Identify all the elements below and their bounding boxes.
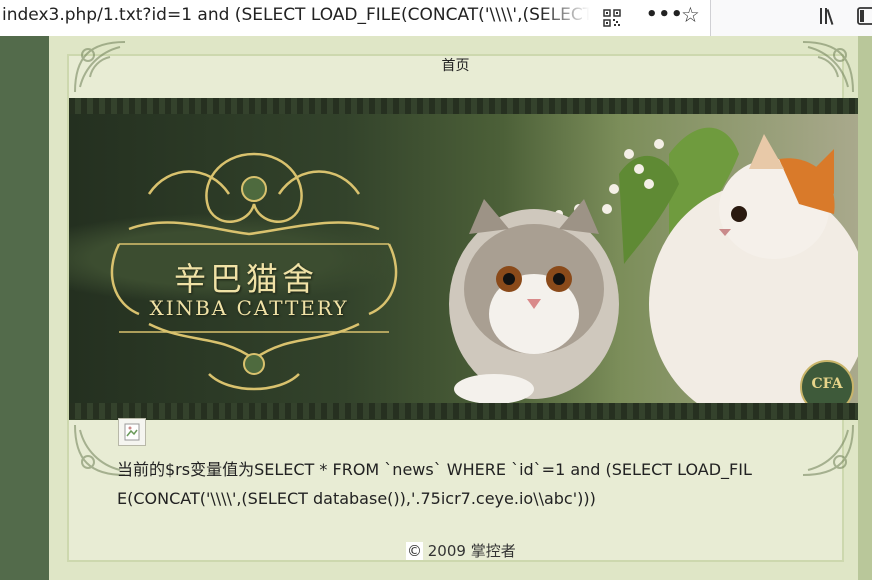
nav-home-link[interactable]: 首页: [442, 58, 470, 74]
banner: 辛巴猫舍 XINBA CATTERY CFA: [69, 98, 858, 420]
corner-ornament-bottom-right: [802, 424, 854, 476]
star-icon[interactable]: ☆: [681, 3, 700, 27]
browser-toolbar: index3.php/1.txt?id=1 and (SELECT LOAD_F…: [0, 0, 872, 37]
url-fade: [540, 0, 602, 34]
banner-top-band: [69, 98, 858, 114]
copyright-text: 2009 掌控者: [423, 542, 516, 560]
banner-image: 辛巴猫舍 XINBA CATTERY CFA: [69, 114, 858, 414]
logo-title-english: XINBA CATTERY: [149, 296, 349, 320]
sidebar-icon[interactable]: [857, 6, 872, 26]
qr-code-icon[interactable]: [603, 9, 621, 27]
footer-copyright: © 2009 掌控者: [406, 540, 516, 561]
logo-title-chinese: 辛巴猫舍: [173, 260, 318, 298]
copyright-symbol: ©: [406, 542, 423, 560]
more-icon[interactable]: •••: [646, 4, 684, 25]
badge-text: CFA: [811, 376, 843, 392]
banner-bottom-band: [69, 403, 858, 419]
address-bar[interactable]: index3.php/1.txt?id=1 and (SELECT LOAD_F…: [0, 0, 711, 37]
panel-right-border: [858, 36, 872, 580]
broken-image-icon: [118, 418, 146, 446]
top-navigation: 首页: [49, 55, 862, 75]
url-text[interactable]: index3.php/1.txt?id=1 and (SELECT LOAD_F…: [2, 5, 600, 25]
cats-illustration: [449, 127, 858, 403]
library-icon[interactable]: [818, 5, 840, 27]
query-message: 当前的$rs变量值为SELECT * FROM `news` WHERE `id…: [117, 460, 752, 508]
